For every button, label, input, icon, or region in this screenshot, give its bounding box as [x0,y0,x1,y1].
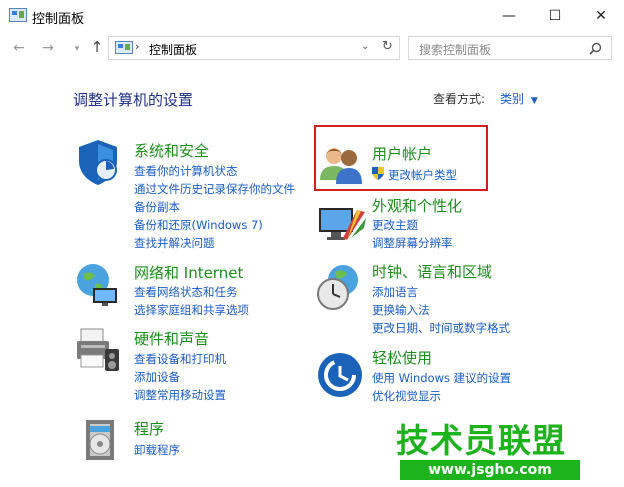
recent-chevron-icon[interactable]: ▾ [68,44,86,54]
view-by-dropdown[interactable]: 类别 ▼ [500,90,538,107]
title-bar: 控制面板 — ☐ ✕ [0,0,624,32]
shield-icon [79,140,117,185]
category-appearance[interactable]: 外观和个性化 [372,195,462,216]
link-network-status[interactable]: 查看网络状态和任务 [134,284,238,300]
category-hardware-sound[interactable]: 硬件和声音 [134,328,209,349]
personalization-icon [319,208,366,240]
link-backup-restore[interactable]: 备份和还原(Windows 7) [134,217,263,233]
link-troubleshoot[interactable]: 查找并解决问题 [134,235,215,251]
programs-icon [86,420,114,460]
address-dropdown-icon[interactable]: ⌄ [361,41,369,52]
link-file-history[interactable]: 通过文件历史记录保存你的文件 [134,181,295,197]
address-folder-icon [115,41,133,54]
dropdown-arrow-icon[interactable]: ▼ [531,96,538,106]
close-button[interactable]: ✕ [578,0,624,32]
view-by-label: 查看方式: [433,92,486,106]
printer-icon [77,328,119,371]
breadcrumb-chevron-icon[interactable]: › [135,40,139,53]
link-screen-resolution[interactable]: 调整屏幕分辨率 [372,235,453,251]
page-title: 调整计算机的设置 [73,91,194,109]
window-title: 控制面板 [32,12,85,27]
clock-globe-icon [317,265,358,310]
up-arrow-icon[interactable]: ↑ [88,38,106,56]
link-change-account-type[interactable]: 更改帐户类型 [388,167,457,183]
category-programs[interactable]: 程序 [134,418,164,439]
maximize-button[interactable]: ☐ [532,0,578,32]
watermark-url: www.jsgho.com [400,460,580,480]
minimize-button[interactable]: — [486,0,532,32]
address-bar[interactable]: › 控制面板 ⌄ ↻ [108,36,400,60]
uac-shield-icon [372,167,384,180]
back-arrow-icon[interactable]: ← [10,40,28,56]
link-change-theme[interactable]: 更改主题 [372,217,418,233]
link-change-date-format[interactable]: 更改日期、时间或数字格式 [372,320,510,336]
link-homegroup[interactable]: 选择家庭组和共享选项 [134,302,249,318]
link-optimize-visual[interactable]: 优化视觉显示 [372,388,441,404]
link-mobility-settings[interactable]: 调整常用移动设置 [134,387,226,403]
link-devices-printers[interactable]: 查看设备和打印机 [134,351,226,367]
category-system-security[interactable]: 系统和安全 [134,140,209,161]
category-clock-region[interactable]: 时钟、语言和区域 [372,261,492,282]
link-add-language[interactable]: 添加语言 [372,284,418,300]
control-panel-icon [9,8,27,22]
search-placeholder[interactable]: 搜索控制面板 [419,41,491,58]
network-globe-icon [77,264,117,306]
search-icon[interactable] [589,42,602,55]
category-ease-of-access[interactable]: 轻松使用 [372,347,432,368]
search-box[interactable]: 搜索控制面板 [408,36,612,60]
link-backup-copy[interactable]: 备份副本 [134,199,180,215]
breadcrumb[interactable]: 控制面板 [149,41,197,58]
users-icon [320,148,362,184]
category-network-internet[interactable]: 网络和 Internet [134,262,243,283]
link-uninstall-program[interactable]: 卸载程序 [134,442,180,458]
link-view-computer-status[interactable]: 查看你的计算机状态 [134,163,238,179]
watermark-logo: 技术员联盟 [396,421,566,460]
link-change-input[interactable]: 更换输入法 [372,302,430,318]
ease-of-access-icon [318,353,362,397]
category-user-accounts[interactable]: 用户帐户 [372,143,432,164]
forward-arrow-icon[interactable]: → [39,40,57,56]
link-windows-recommended[interactable]: 使用 Windows 建议的设置 [372,370,511,386]
refresh-icon[interactable]: ↻ [382,39,393,54]
view-by-value[interactable]: 类别 [500,92,524,106]
link-add-device[interactable]: 添加设备 [134,369,180,385]
